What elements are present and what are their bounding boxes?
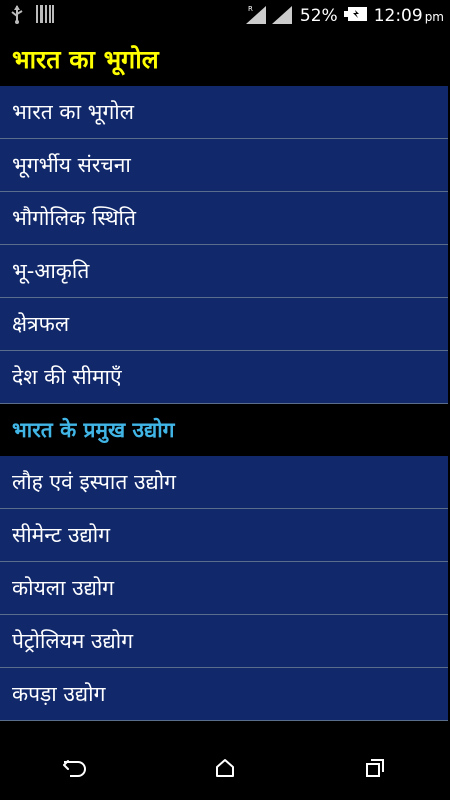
list-item[interactable]: भौगोलिक स्थिति xyxy=(0,192,448,245)
recents-button[interactable] xyxy=(345,740,405,800)
battery-icon xyxy=(343,6,368,27)
time: 12:09 pm xyxy=(374,6,444,26)
back-button[interactable] xyxy=(45,740,105,800)
section-header-industries: भारत के प्रमुख उद्योग xyxy=(0,404,450,456)
list-item[interactable]: कपड़ा उद्योग xyxy=(0,668,448,721)
list-item[interactable]: देश की सीमाएँ xyxy=(0,351,448,404)
list-item[interactable]: सीमेन्ट उद्योग xyxy=(0,509,448,562)
navigation-bar xyxy=(0,740,450,800)
list-item[interactable]: पेट्रोलियम उद्योग xyxy=(0,615,448,668)
list-item[interactable]: लौह एवं इस्पात उद्योग xyxy=(0,456,448,509)
svg-text:R: R xyxy=(248,5,253,13)
list-item[interactable]: क्षेत्रफल xyxy=(0,298,448,351)
list-item[interactable]: भूगर्भीय संरचना xyxy=(0,139,448,192)
home-icon xyxy=(214,757,236,783)
topic-list: भारत का भूगोल भारत का भूगोल भूगर्भीय संर… xyxy=(0,32,450,740)
recents-icon xyxy=(364,757,386,783)
signal-icon: R xyxy=(245,4,294,29)
barcode-icon xyxy=(36,5,54,27)
list-item[interactable]: कोयला उद्योग xyxy=(0,562,448,615)
back-icon xyxy=(62,757,88,783)
list-item[interactable]: भू-आकृति xyxy=(0,245,448,298)
section-header-geography: भारत का भूगोल xyxy=(0,32,450,86)
list-item[interactable]: भारत का भूगोल xyxy=(0,86,448,139)
home-button[interactable] xyxy=(195,740,255,800)
battery-percent: 52% xyxy=(299,6,338,26)
time-value: 12:09 xyxy=(373,6,423,26)
status-bar: R 52% 12:09 pm xyxy=(0,0,450,32)
time-ampm: pm xyxy=(424,10,444,24)
usb-icon xyxy=(10,4,24,28)
